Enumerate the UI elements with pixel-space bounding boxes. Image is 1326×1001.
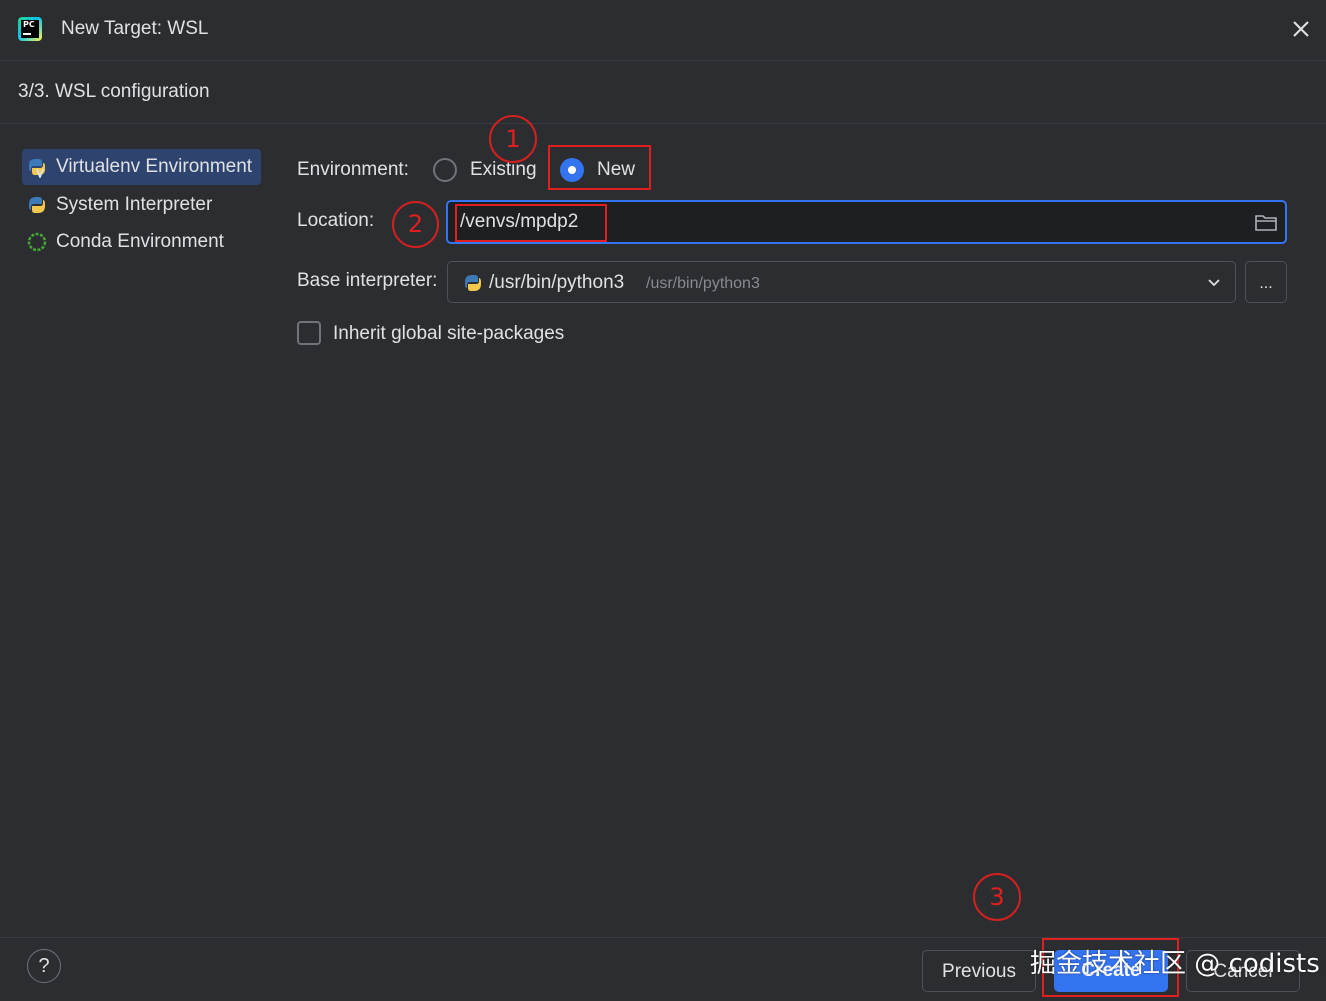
create-button[interactable]: Create [1054, 950, 1168, 992]
inherit-checkbox[interactable] [297, 321, 321, 345]
annotation-marker-2: 2 [392, 201, 439, 248]
step-title: 3/3. WSL configuration [18, 81, 210, 102]
help-button[interactable]: ? [27, 949, 61, 983]
location-input[interactable] [460, 208, 1240, 236]
sidebar-item-conda[interactable]: Conda Environment [22, 224, 224, 260]
radio-new[interactable] [560, 158, 584, 182]
radio-existing[interactable] [433, 158, 457, 182]
sidebar-item-label: Virtualenv Environment [56, 156, 253, 177]
folder-icon[interactable] [1254, 212, 1278, 232]
close-icon [1293, 21, 1309, 37]
interpreter-hint: /usr/bin/python3 [646, 275, 760, 292]
dialog-window: PC New Target: WSL 3/3. WSL configuratio… [0, 0, 1326, 1001]
sidebar-item-virtualenv[interactable]: Virtualenv Environment [22, 149, 261, 185]
environment-label: Environment: [297, 159, 409, 180]
close-button[interactable] [1286, 14, 1316, 44]
python-icon [26, 194, 48, 216]
annotation-marker-3: 3 [973, 873, 1021, 921]
radio-new-label[interactable]: New [597, 159, 635, 181]
title-bar: PC New Target: WSL [0, 0, 1326, 61]
sidebar-item-label: System Interpreter [56, 194, 213, 215]
previous-button[interactable]: Previous [922, 950, 1036, 992]
base-interpreter-select[interactable]: /usr/bin/python3 /usr/bin/python3 [447, 261, 1236, 303]
browse-interpreter-button[interactable]: ... [1245, 261, 1287, 303]
interpreter-value: /usr/bin/python3 [489, 272, 625, 293]
window-title: New Target: WSL [61, 18, 209, 39]
python-icon [462, 272, 484, 294]
location-field[interactable] [446, 200, 1287, 244]
base-interpreter-label: Base interpreter: [297, 270, 438, 291]
location-label: Location: [297, 210, 375, 231]
app-icon-label: PC [23, 20, 35, 29]
chevron-down-icon [1206, 276, 1222, 290]
pycharm-icon: PC [18, 17, 42, 41]
sidebar-item-system-interpreter[interactable]: System Interpreter [22, 187, 212, 223]
conda-icon [26, 231, 48, 253]
radio-existing-label[interactable]: Existing [470, 159, 537, 181]
inherit-checkbox-label[interactable]: Inherit global site-packages [333, 323, 564, 345]
virtualenv-icon [26, 156, 48, 180]
cancel-button[interactable]: Cancel [1186, 950, 1300, 992]
sidebar-item-label: Conda Environment [56, 231, 224, 252]
